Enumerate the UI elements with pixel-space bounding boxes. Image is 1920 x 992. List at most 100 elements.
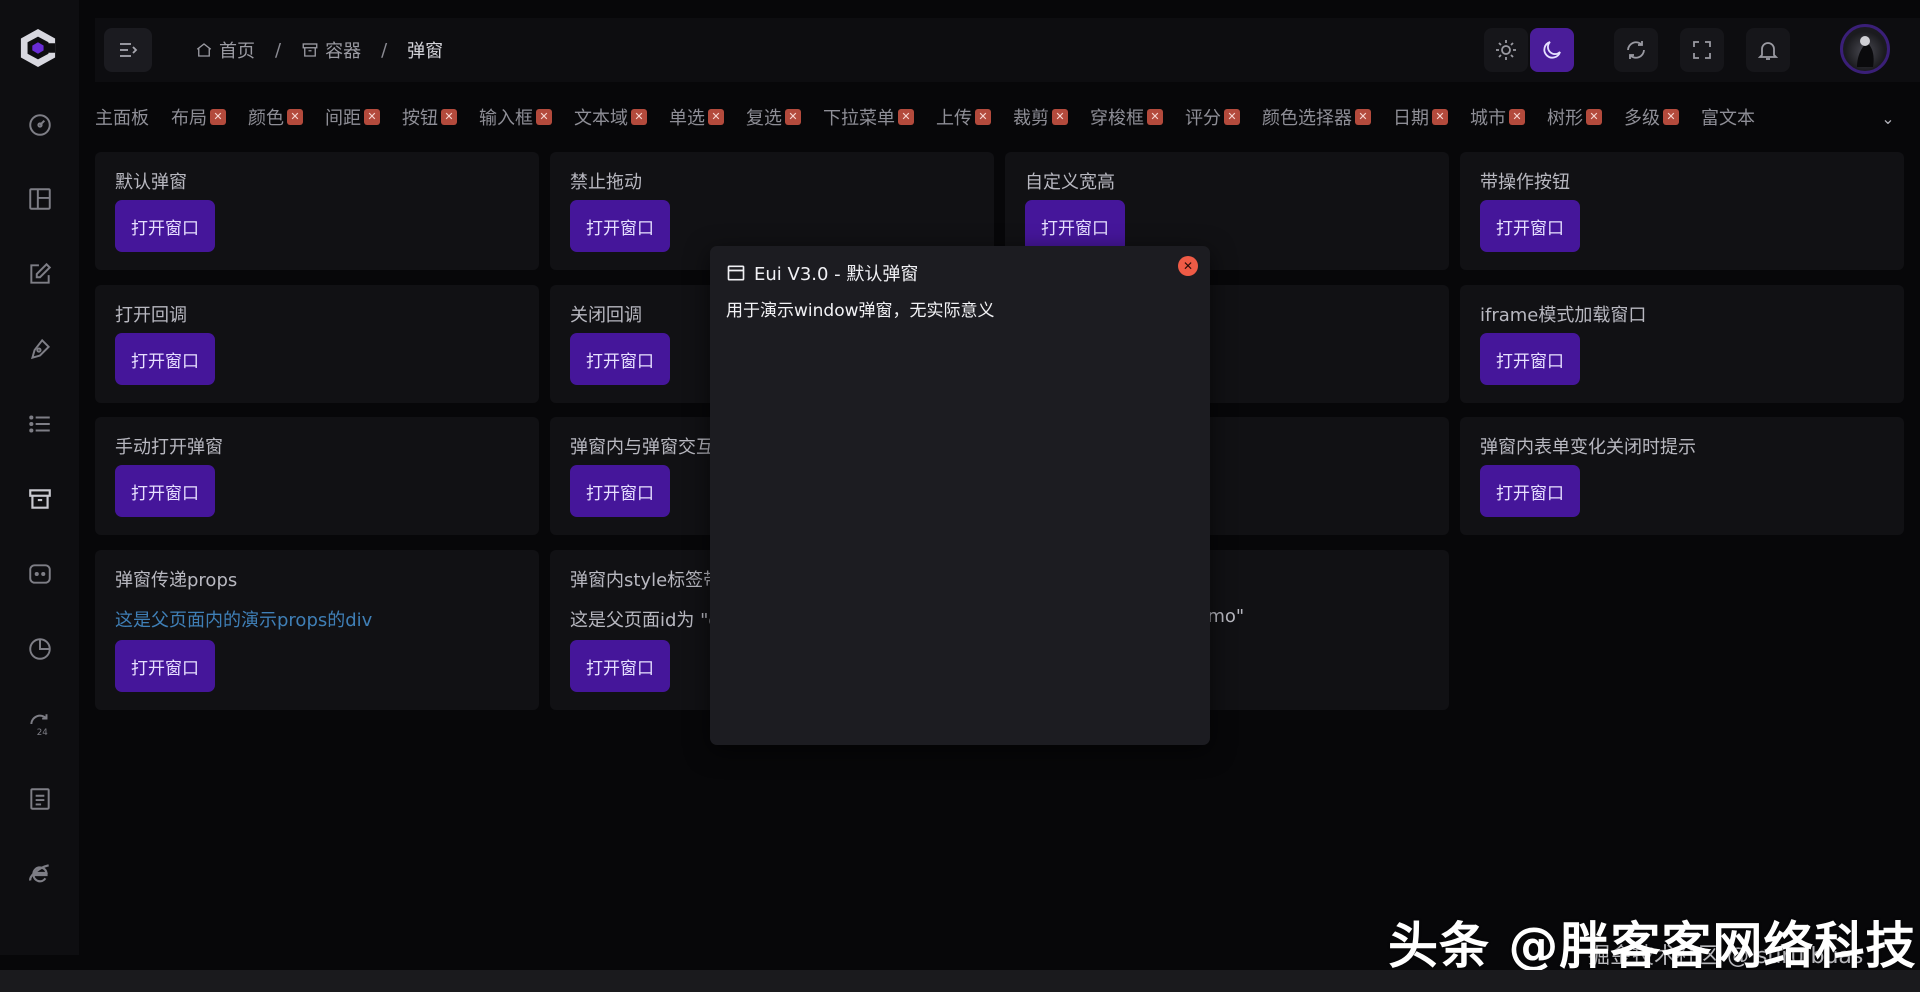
open-window-button[interactable]: 打开窗口 bbox=[1025, 200, 1125, 252]
tab-rate[interactable]: 评分 ✕ bbox=[1185, 104, 1240, 130]
tab-close-icon[interactable]: ✕ bbox=[536, 109, 552, 125]
tab-close-icon[interactable]: ✕ bbox=[287, 109, 303, 125]
tab-close-icon[interactable]: ✕ bbox=[1663, 109, 1679, 125]
archive-icon[interactable] bbox=[25, 484, 55, 514]
pie-chart-icon[interactable] bbox=[25, 634, 55, 664]
tab-close-icon[interactable]: ✕ bbox=[1432, 109, 1448, 125]
modal-close-icon[interactable]: ✕ bbox=[1178, 256, 1198, 276]
open-window-button[interactable]: 打开窗口 bbox=[570, 465, 670, 517]
open-window-button[interactable]: 打开窗口 bbox=[1480, 465, 1580, 517]
breadcrumb-separator: / bbox=[275, 39, 282, 61]
tab-color-picker[interactable]: 颜色选择器 ✕ bbox=[1262, 104, 1371, 130]
tab-date[interactable]: 日期 ✕ bbox=[1393, 104, 1448, 130]
fullscreen-icon bbox=[1693, 41, 1711, 59]
tab-color[interactable]: 颜色 ✕ bbox=[248, 104, 303, 130]
tab-city[interactable]: 城市 ✕ bbox=[1470, 104, 1525, 130]
modal-title[interactable]: Eui V3.0 - 默认弹窗 bbox=[726, 260, 918, 286]
card-title: 弹窗传递props bbox=[115, 570, 238, 591]
page-tabs: 主面板 布局 ✕ 颜色 ✕ 间距 ✕ 按钮 ✕ 输入框 ✕ 文本域 ✕ 单选 ✕ 复选 ✕ 下拉… bbox=[95, 96, 1905, 138]
tab-label: 布局 bbox=[171, 108, 207, 129]
document-icon[interactable] bbox=[25, 784, 55, 814]
open-window-button[interactable]: 打开窗口 bbox=[115, 465, 215, 517]
open-window-button[interactable]: 打开窗口 bbox=[570, 640, 670, 692]
open-window-button[interactable]: 打开窗口 bbox=[115, 640, 215, 692]
tab-rich-text[interactable]: 富文本 bbox=[1701, 104, 1755, 130]
tab-close-icon[interactable]: ✕ bbox=[1224, 109, 1240, 125]
breadcrumb: 首页 / 容器 / 弹窗 bbox=[195, 37, 443, 63]
default-modal-window[interactable]: Eui V3.0 - 默认弹窗 ✕ 用于演示window弹窗，无实际意义 bbox=[710, 246, 1210, 745]
list-icon[interactable] bbox=[25, 409, 55, 439]
tab-label: 复选 bbox=[746, 108, 782, 129]
tab-close-icon[interactable]: ✕ bbox=[785, 109, 801, 125]
menu-toggle-button[interactable] bbox=[104, 28, 152, 72]
tab-crop[interactable]: 裁剪 ✕ bbox=[1013, 104, 1068, 130]
open-window-button[interactable]: 打开窗口 bbox=[570, 333, 670, 385]
dark-theme-button[interactable] bbox=[1530, 28, 1574, 72]
layout-icon[interactable] bbox=[25, 184, 55, 214]
refresh-24-icon[interactable]: 24 bbox=[25, 709, 55, 739]
tab-close-icon[interactable]: ✕ bbox=[708, 109, 724, 125]
tab-close-icon[interactable]: ✕ bbox=[1355, 109, 1371, 125]
tab-tree[interactable]: 树形 ✕ bbox=[1547, 104, 1602, 130]
tab-close-icon[interactable]: ✕ bbox=[1509, 109, 1525, 125]
edit-icon[interactable] bbox=[25, 259, 55, 289]
tab-close-icon[interactable]: ✕ bbox=[441, 109, 457, 125]
tab-label: 日期 bbox=[1393, 108, 1429, 129]
tab-spacing[interactable]: 间距 ✕ bbox=[325, 104, 380, 130]
open-window-button[interactable]: 打开窗口 bbox=[1480, 200, 1580, 252]
light-theme-button[interactable] bbox=[1484, 28, 1528, 72]
tab-close-icon[interactable]: ✕ bbox=[1147, 109, 1163, 125]
tab-close-icon[interactable]: ✕ bbox=[364, 109, 380, 125]
open-window-button[interactable]: 打开窗口 bbox=[115, 200, 215, 252]
tab-label: 下拉菜单 bbox=[823, 108, 895, 129]
logo-icon[interactable] bbox=[19, 28, 57, 68]
tab-dropdown[interactable]: 下拉菜单 ✕ bbox=[823, 104, 914, 130]
card-manual-open: 手动打开弹窗 打开窗口 bbox=[95, 417, 539, 535]
breadcrumb-container[interactable]: 容器 bbox=[301, 37, 361, 63]
card-form-change-prompt: 弹窗内表单变化关闭时提示 打开窗口 bbox=[1460, 417, 1904, 535]
tab-close-icon[interactable]: ✕ bbox=[631, 109, 647, 125]
tab-close-icon[interactable]: ✕ bbox=[975, 109, 991, 125]
home-icon bbox=[196, 43, 212, 57]
tab-cascader[interactable]: 多级 ✕ bbox=[1624, 104, 1679, 130]
tab-checkbox[interactable]: 复选 ✕ bbox=[746, 104, 801, 130]
pen-tool-icon[interactable] bbox=[25, 334, 55, 364]
refresh-button[interactable] bbox=[1614, 28, 1658, 72]
card-title: 自定义宽高 bbox=[1025, 172, 1115, 193]
tab-input[interactable]: 输入框 ✕ bbox=[479, 104, 552, 130]
tab-close-icon[interactable]: ✕ bbox=[1586, 109, 1602, 125]
tab-upload[interactable]: 上传 ✕ bbox=[936, 104, 991, 130]
breadcrumb-separator: / bbox=[381, 39, 388, 61]
tab-transfer[interactable]: 穿梭框 ✕ bbox=[1090, 104, 1163, 130]
ie-icon[interactable] bbox=[25, 859, 55, 889]
menu-collapse-icon bbox=[120, 43, 138, 57]
open-window-button[interactable]: 打开窗口 bbox=[1480, 333, 1580, 385]
card-title: 关闭回调 bbox=[570, 305, 642, 326]
refresh-icon bbox=[1627, 41, 1645, 59]
tabs-more-chevron-icon[interactable]: ⌄ bbox=[1873, 104, 1903, 132]
tab-close-icon[interactable]: ✕ bbox=[210, 109, 226, 125]
fullscreen-button[interactable] bbox=[1680, 28, 1724, 72]
tab-radio[interactable]: 单选 ✕ bbox=[669, 104, 724, 130]
tab-label: 城市 bbox=[1470, 108, 1506, 129]
tab-textarea[interactable]: 文本域 ✕ bbox=[574, 104, 647, 130]
card-default-modal: 默认弹窗 打开窗口 bbox=[95, 152, 539, 270]
tab-button[interactable]: 按钮 ✕ bbox=[402, 104, 457, 130]
open-window-button[interactable]: 打开窗口 bbox=[570, 200, 670, 252]
chat-icon[interactable] bbox=[25, 559, 55, 589]
card-title: 弹窗内style标签带 bbox=[570, 570, 722, 591]
user-avatar[interactable] bbox=[1840, 24, 1890, 74]
breadcrumb-home[interactable]: 首页 bbox=[195, 37, 255, 63]
tab-close-icon[interactable]: ✕ bbox=[898, 109, 914, 125]
tab-label: 输入框 bbox=[479, 108, 533, 129]
bell-icon bbox=[1757, 42, 1779, 60]
dashboard-icon[interactable] bbox=[25, 110, 55, 140]
tab-dashboard[interactable]: 主面板 bbox=[95, 104, 149, 130]
open-window-button[interactable]: 打开窗口 bbox=[115, 333, 215, 385]
notification-button[interactable] bbox=[1746, 28, 1790, 72]
tab-label: 间距 bbox=[325, 108, 361, 129]
tab-layout[interactable]: 布局 ✕ bbox=[171, 104, 226, 130]
tab-close-icon[interactable]: ✕ bbox=[1052, 109, 1068, 125]
tab-label: 上传 bbox=[936, 108, 972, 129]
modal-body-text: 用于演示window弹窗，无实际意义 bbox=[726, 301, 995, 321]
